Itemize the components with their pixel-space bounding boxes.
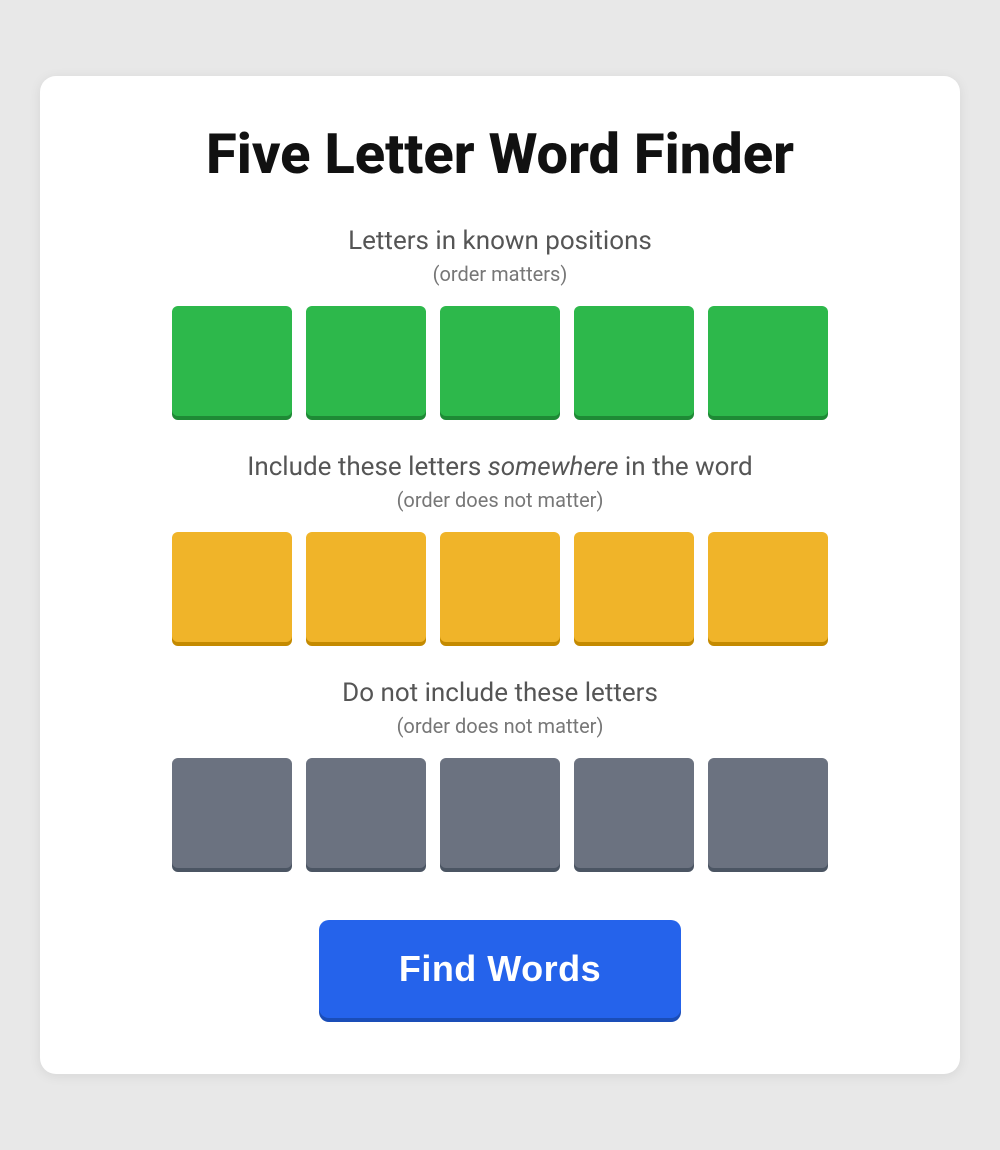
include-input-1[interactable] <box>172 532 292 642</box>
include-letters-subtitle: (order does not matter) <box>397 488 604 512</box>
exclude-letters-title: Do not include these letters <box>342 678 658 708</box>
include-tile-1[interactable] <box>172 532 292 642</box>
main-card: Five Letter Word Finder Letters in known… <box>40 76 960 1074</box>
known-input-1[interactable] <box>172 306 292 416</box>
include-tile-5[interactable] <box>708 532 828 642</box>
known-positions-subtitle: (order matters) <box>433 262 568 286</box>
include-tile-4[interactable] <box>574 532 694 642</box>
known-positions-section: Letters in known positions (order matter… <box>100 226 900 416</box>
exclude-input-4[interactable] <box>574 758 694 868</box>
exclude-input-3[interactable] <box>440 758 560 868</box>
known-tile-2[interactable] <box>306 306 426 416</box>
exclude-letters-tiles <box>172 758 828 868</box>
include-letters-section: Include these letters somewhere in the w… <box>100 452 900 642</box>
known-tile-1[interactable] <box>172 306 292 416</box>
include-input-5[interactable] <box>708 532 828 642</box>
known-tile-4[interactable] <box>574 306 694 416</box>
exclude-input-5[interactable] <box>708 758 828 868</box>
known-input-3[interactable] <box>440 306 560 416</box>
exclude-tile-5[interactable] <box>708 758 828 868</box>
exclude-tile-3[interactable] <box>440 758 560 868</box>
include-tile-2[interactable] <box>306 532 426 642</box>
find-words-button[interactable]: Find Words <box>319 920 681 1018</box>
page-title: Five Letter Word Finder <box>206 124 794 186</box>
known-tile-3[interactable] <box>440 306 560 416</box>
known-tile-5[interactable] <box>708 306 828 416</box>
exclude-input-1[interactable] <box>172 758 292 868</box>
exclude-letters-section: Do not include these letters (order does… <box>100 678 900 868</box>
known-input-4[interactable] <box>574 306 694 416</box>
exclude-input-2[interactable] <box>306 758 426 868</box>
include-input-2[interactable] <box>306 532 426 642</box>
known-positions-title: Letters in known positions <box>348 226 652 256</box>
exclude-tile-1[interactable] <box>172 758 292 868</box>
include-letters-tiles <box>172 532 828 642</box>
include-letters-title: Include these letters somewhere in the w… <box>247 452 752 482</box>
include-input-4[interactable] <box>574 532 694 642</box>
exclude-tile-2[interactable] <box>306 758 426 868</box>
include-input-3[interactable] <box>440 532 560 642</box>
exclude-tile-4[interactable] <box>574 758 694 868</box>
known-input-5[interactable] <box>708 306 828 416</box>
known-positions-tiles <box>172 306 828 416</box>
exclude-letters-subtitle: (order does not matter) <box>397 714 604 738</box>
known-input-2[interactable] <box>306 306 426 416</box>
include-tile-3[interactable] <box>440 532 560 642</box>
